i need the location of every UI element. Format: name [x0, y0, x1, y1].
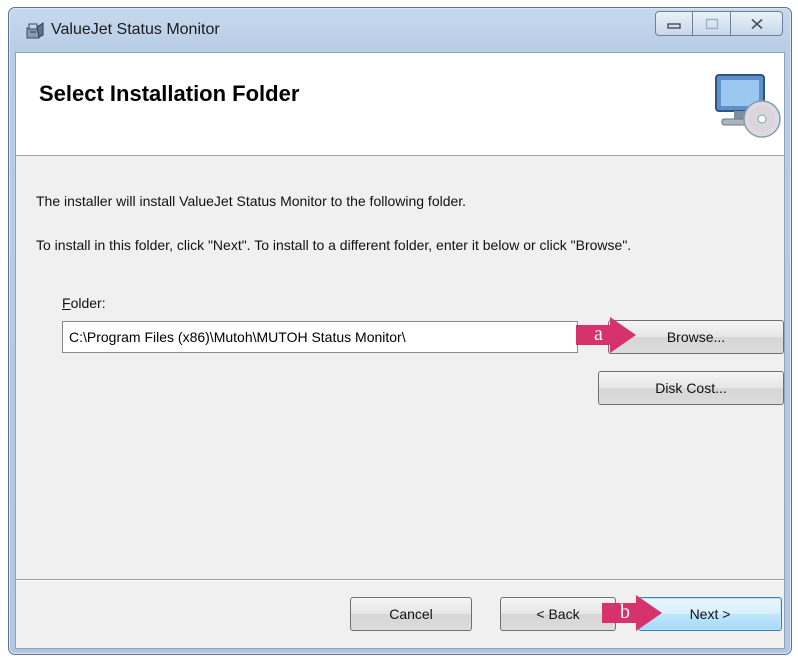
close-icon [750, 18, 763, 29]
minimize-button[interactable] [655, 11, 693, 36]
annotation-arrow-b: b [600, 593, 664, 633]
installer-app-icon [26, 22, 44, 39]
dialog-client-area: Select Installation Folder The installer… [15, 52, 785, 649]
install-instructions: To install in this folder, click "Next".… [36, 237, 632, 253]
install-description: The installer will install ValueJet Stat… [36, 193, 467, 209]
pink-arrow-icon [602, 595, 662, 631]
annotation-letter-a: a [594, 323, 603, 345]
folder-label-mnemonic: F [62, 295, 71, 311]
maximize-icon [705, 18, 718, 29]
installer-window: ValueJet Status Monitor Select Installat… [8, 7, 792, 655]
cancel-button[interactable]: Cancel [350, 597, 472, 631]
footer-divider [16, 579, 784, 581]
annotation-letter-b: b [620, 601, 630, 623]
window-title: ValueJet Status Monitor [51, 21, 220, 38]
pink-arrow-icon [576, 317, 636, 353]
minimize-icon [667, 22, 681, 29]
title-bar[interactable]: ValueJet Status Monitor [9, 8, 791, 54]
header-banner: Select Installation Folder [16, 53, 784, 156]
folder-path-input[interactable] [62, 321, 578, 353]
page-title: Select Installation Folder [39, 81, 300, 106]
back-button[interactable]: < Back [500, 597, 616, 631]
folder-label: Folder: [62, 295, 106, 311]
disk-cost-button[interactable]: Disk Cost... [598, 371, 784, 405]
folder-label-rest: older: [70, 295, 106, 311]
annotation-arrow-a: a [574, 315, 638, 355]
close-button[interactable] [731, 11, 783, 36]
caption-buttons [655, 11, 783, 36]
computer-disc-icon [715, 74, 781, 138]
maximize-button[interactable] [693, 11, 731, 36]
